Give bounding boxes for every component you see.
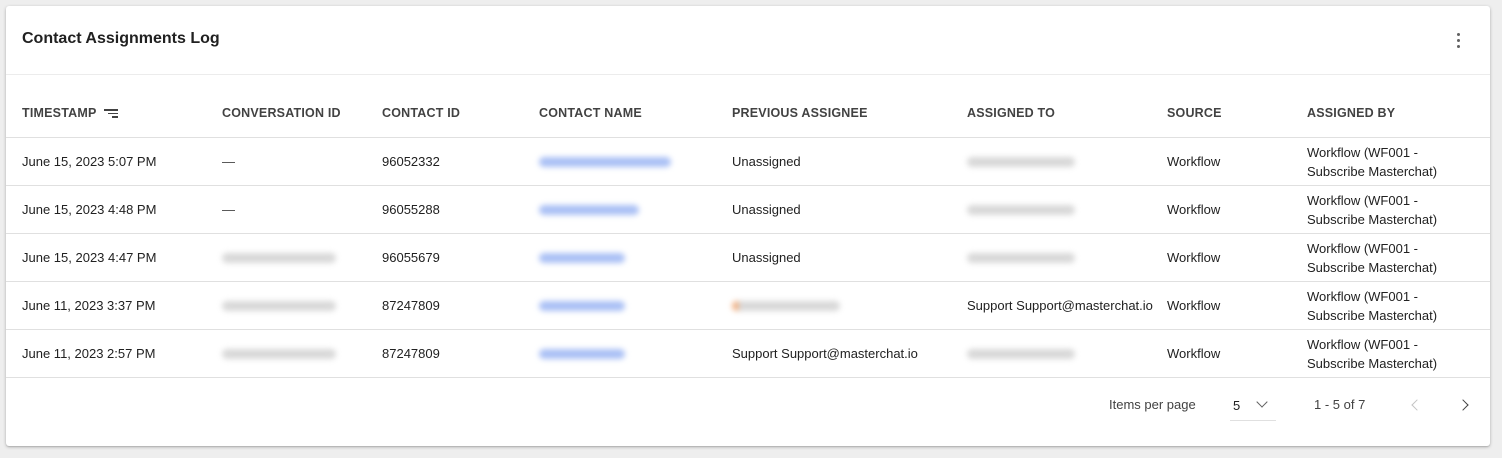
previous-assignee-cell: Unassigned: [732, 202, 801, 217]
source-cell: Workflow: [1167, 202, 1221, 217]
assigned-by-cell: Workflow (WF001 - Subscribe Masterchat): [1307, 288, 1438, 323]
card-title: Contact Assignments Log: [22, 30, 220, 47]
chevron-down-icon: [1256, 396, 1268, 408]
table-row: June 11, 2023 2:57 PM 87247809 Support S…: [6, 330, 1490, 378]
contact-id-cell: 96055679: [382, 250, 440, 265]
timestamp-cell: June 11, 2023 2:57 PM: [22, 346, 156, 361]
assigned-to-cell: [967, 330, 1157, 377]
contact-id-cell: 87247809: [382, 346, 440, 361]
paginator: Items per page 5 1 - 5 of 7: [6, 378, 1490, 446]
table-header: TIMESTAMP CONVERSATION ID CONTACT ID CON…: [6, 90, 1490, 138]
column-header-previous-assignee: PREVIOUS ASSIGNEE: [732, 106, 868, 120]
contact-name-link[interactable]: [539, 138, 724, 185]
column-header-timestamp[interactable]: TIMESTAMP: [22, 90, 212, 137]
table-row: June 15, 2023 5:07 PM — 96052332 Unassig…: [6, 138, 1490, 186]
contact-id-cell: 87247809: [382, 298, 440, 313]
conversation-id-cell: —: [222, 154, 235, 169]
conversation-id-cell: [222, 330, 372, 377]
card-header: Contact Assignments Log: [6, 6, 1490, 75]
timestamp-cell: June 15, 2023 5:07 PM: [22, 154, 157, 169]
contact-name-link[interactable]: [539, 330, 724, 377]
items-per-page-value: 5: [1233, 398, 1241, 413]
previous-page-button[interactable]: [1402, 392, 1428, 418]
conversation-id-cell: —: [222, 202, 235, 217]
assigned-to-cell: Support Support@masterchat.io: [967, 298, 1153, 313]
previous-assignee-cell: Unassigned: [732, 250, 801, 265]
contact-id-cell: 96055288: [382, 202, 440, 217]
column-header-assigned-by: ASSIGNED BY: [1307, 106, 1396, 120]
contact-assignments-card: Contact Assignments Log TIMESTAMP CONVER…: [6, 6, 1490, 446]
assignments-table: TIMESTAMP CONVERSATION ID CONTACT ID CON…: [6, 90, 1490, 378]
conversation-id-cell: [222, 234, 372, 281]
timestamp-cell: June 11, 2023 3:37 PM: [22, 298, 156, 313]
assigned-to-cell: [967, 186, 1157, 233]
source-cell: Workflow: [1167, 298, 1221, 313]
source-cell: Workflow: [1167, 346, 1221, 361]
sort-icon[interactable]: [104, 109, 119, 118]
column-header-assigned-to: ASSIGNED TO: [967, 106, 1056, 120]
previous-assignee-cell: Support Support@masterchat.io: [732, 346, 918, 361]
next-page-button[interactable]: [1452, 392, 1478, 418]
timestamp-cell: June 15, 2023 4:48 PM: [22, 202, 157, 217]
table-row: June 15, 2023 4:48 PM — 96055288 Unassig…: [6, 186, 1490, 234]
assigned-by-cell: Workflow (WF001 - Subscribe Masterchat): [1307, 144, 1438, 179]
chevron-left-icon: [1411, 399, 1423, 411]
source-cell: Workflow: [1167, 154, 1221, 169]
contact-name-link[interactable]: [539, 234, 724, 281]
table-row: June 15, 2023 4:47 PM 96055679 Unassigne…: [6, 234, 1490, 282]
column-header-contact-id: CONTACT ID: [382, 106, 461, 120]
assigned-to-cell: [967, 138, 1157, 185]
page-range-label: 1 - 5 of 7: [1314, 397, 1366, 412]
column-header-conversation-id: CONVERSATION ID: [222, 106, 341, 120]
contact-id-cell: 96052332: [382, 154, 440, 169]
items-per-page-select[interactable]: 5: [1230, 390, 1276, 421]
contact-name-link[interactable]: [539, 282, 724, 329]
items-per-page-label: Items per page: [1109, 397, 1196, 412]
assigned-by-cell: Workflow (WF001 - Subscribe Masterchat): [1307, 336, 1438, 371]
assigned-by-cell: Workflow (WF001 - Subscribe Masterchat): [1307, 192, 1438, 227]
previous-assignee-cell: Unassigned: [732, 154, 801, 169]
assigned-by-cell: Workflow (WF001 - Subscribe Masterchat): [1307, 240, 1438, 275]
previous-assignee-cell: [732, 282, 957, 329]
column-header-contact-name: CONTACT NAME: [539, 106, 642, 120]
assigned-to-cell: [967, 234, 1157, 281]
conversation-id-cell: [222, 282, 372, 329]
column-header-source: SOURCE: [1167, 106, 1222, 120]
table-row: June 11, 2023 3:37 PM 87247809 Support S…: [6, 282, 1490, 330]
chevron-right-icon: [1457, 399, 1469, 411]
source-cell: Workflow: [1167, 250, 1221, 265]
more-vert-icon[interactable]: [1448, 28, 1468, 52]
timestamp-cell: June 15, 2023 4:47 PM: [22, 250, 157, 265]
contact-name-link[interactable]: [539, 186, 724, 233]
